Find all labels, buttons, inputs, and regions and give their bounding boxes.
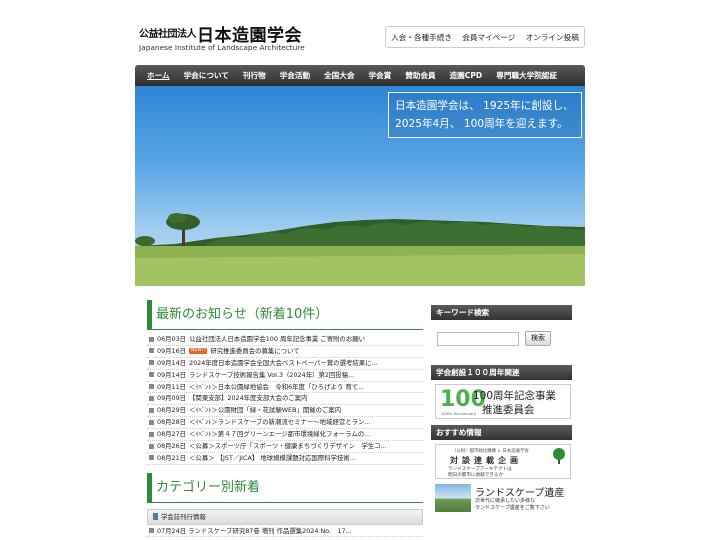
news-link[interactable]: 公益社団法人日本造園学会100 周年記念事業 ご寄附のお願い bbox=[189, 335, 365, 343]
bullet-icon bbox=[149, 360, 154, 366]
bullet-icon bbox=[149, 384, 154, 390]
news-link[interactable]: ＜ｲﾍﾞﾝﾄ＞第４７回グリーンエージ都市環境緑化フォーラムの... bbox=[189, 430, 370, 438]
nav-item-about[interactable]: 学会について bbox=[177, 70, 236, 81]
anniversary-logo-caption: 100th Anniversary bbox=[441, 411, 477, 416]
anniversary-banner[interactable]: 100 100th Anniversary 100周年記念事業 推進委員会 bbox=[435, 384, 571, 419]
heritage-subtitle2: ランドスケープ遺産をご覧下さい bbox=[475, 505, 550, 511]
news-link[interactable]: ＜公募＞スポーツ庁「スポーツ・健康まちづくりデザイン 学生コ... bbox=[189, 442, 387, 450]
news-date: 08月21日 bbox=[157, 453, 187, 462]
news-date: 09月14日 bbox=[157, 358, 187, 367]
news-date: 06月03日 bbox=[157, 335, 187, 343]
nav-item-awards[interactable]: 学会賞 bbox=[361, 70, 398, 81]
category-section-title: カテゴリー別新着 bbox=[147, 472, 423, 503]
nav-item-supporting-members[interactable]: 賛助会員 bbox=[398, 70, 442, 81]
news-link[interactable]: 研究推進委員会の募集について bbox=[210, 347, 299, 355]
news-link[interactable]: ＜ｲﾍﾞﾝﾄ＞日本公園緑地協会 令和6年度「ひろげよう 育て... bbox=[189, 383, 364, 391]
category-section-label[interactable]: 学会誌刊行情報 bbox=[147, 508, 423, 525]
news-link[interactable]: ＜ｲﾍﾞﾝﾄ＞ランドスケープの新潮流セミナー～地域経営とラン... bbox=[189, 418, 370, 426]
list-item[interactable]: 08月26日 ＜公募＞スポーツ庁「スポーツ・健康まちづくりデザイン 学生コ... bbox=[147, 441, 423, 453]
bullet-icon bbox=[149, 336, 154, 342]
list-item[interactable]: 09月11日 ＜ｲﾍﾞﾝﾄ＞日本公園緑地協会 令和6年度「ひろげよう 育て... bbox=[147, 382, 423, 394]
site-logo[interactable]: 公益社団法人 日本造園学会 Japanese Institute of Land… bbox=[139, 20, 314, 56]
hero-banner: 日本造園学会は、 1925年に創設し、 2025年4月、 100周年を迎えます。 bbox=[135, 86, 585, 286]
anniversary-line2: 推進委員会 bbox=[482, 404, 535, 416]
nav-item-publications[interactable]: 刊行物 bbox=[236, 70, 273, 81]
list-item[interactable]: 08月27日 ＜ｲﾍﾞﾝﾄ＞第４７回グリーンエージ都市環境緑化フォーラムの... bbox=[147, 429, 423, 442]
news-link[interactable]: 2024年度日本造園学会全国大会ベストペーパー賞の選考結果に... bbox=[189, 359, 378, 367]
news-link[interactable]: ランドスケープ技術報告集 Vol.3（2024年）第2回投稿... bbox=[189, 371, 354, 379]
sidebar: キーワード検索 検索 学会創設１００周年関連 100 100th Anniver… bbox=[431, 305, 572, 513]
tree-icon bbox=[553, 448, 565, 464]
dialogue-series-banner[interactable]: （公財）都市緑化機構 × 日本造園学会 対談連載企画 ランドスケープアーキテクト… bbox=[435, 444, 571, 479]
bullet-icon bbox=[149, 431, 154, 437]
rensai-line4: 明日の都市に貢献できるか bbox=[448, 473, 504, 478]
bullet-icon bbox=[149, 455, 154, 461]
book-icon bbox=[153, 513, 158, 521]
list-item[interactable]: 08月21日 ＜公募＞ 【JST／JICA】 地球規模課題対応国際科学技術... bbox=[147, 453, 423, 465]
news-link[interactable]: ＜ｲﾍﾞﾝﾄ＞公園財団「緑・花試験WEB」開催のご案内 bbox=[189, 406, 341, 414]
category-date: 07月24日 bbox=[157, 526, 187, 535]
news-link[interactable]: 【関東支部】2024年度支部大会のご案内 bbox=[189, 394, 308, 402]
list-item[interactable]: 09月14日 ランドスケープ技術報告集 Vol.3（2024年）第2回投稿... bbox=[147, 370, 423, 382]
anniversary-line1: 100周年記念事業 bbox=[473, 390, 557, 402]
hero-message-line2: 2025年4月、 100周年を迎えます。 bbox=[395, 118, 568, 130]
main-content: 最新のお知らせ（新着10件） 06月03日 公益社団法人日本造園学会100 周年記… bbox=[147, 300, 423, 537]
bullet-icon bbox=[149, 407, 154, 413]
bullet-icon bbox=[149, 372, 154, 378]
bullet-icon bbox=[149, 395, 154, 401]
bullet-icon bbox=[149, 443, 154, 449]
list-item[interactable]: 08月29日 ＜ｲﾍﾞﾝﾄ＞公園財団「緑・花試験WEB」開催のご案内 bbox=[147, 405, 423, 418]
nav-item-cpd[interactable]: 造園CPD bbox=[443, 70, 490, 81]
news-date: 08月27日 bbox=[157, 430, 187, 439]
top-link-membership[interactable]: 入会・各種手続き bbox=[391, 32, 452, 43]
top-link-mypage[interactable]: 会員マイページ bbox=[462, 32, 515, 43]
heritage-thumbnail bbox=[435, 484, 471, 512]
site-header: 公益社団法人 日本造園学会 Japanese Institute of Land… bbox=[135, 0, 585, 65]
list-item[interactable]: 09月14日 2024年度日本造園学会全国大会ベストペーパー賞の選考結果に... bbox=[147, 358, 423, 370]
logo-org-name-en: Japanese Institute of Landscape Architec… bbox=[139, 43, 305, 52]
logo-org-type: 公益社団法人 bbox=[139, 29, 197, 40]
news-date: 09月16日 bbox=[157, 346, 187, 355]
nav-item-accreditation[interactable]: 専門職大学院認証 bbox=[489, 70, 564, 81]
search-input[interactable] bbox=[437, 332, 519, 346]
news-date: 09月09日 bbox=[157, 394, 187, 403]
news-list: 06月03日 公益社団法人日本造園学会100 周年記念事業 ご寄附のお願い 09月… bbox=[147, 334, 423, 465]
nav-item-conference[interactable]: 全国大会 bbox=[317, 70, 361, 81]
list-item[interactable]: 09月16日 NEW!! 研究推進委員会の募集について bbox=[147, 346, 423, 358]
news-section-title: 最新のお知らせ（新着10件） bbox=[147, 300, 423, 330]
news-date: 08月29日 bbox=[157, 406, 187, 415]
list-item[interactable]: 07月24日 ランドスケープ研究87巻 増刊 作品選集2024 No. 17..… bbox=[147, 525, 423, 537]
nav-item-activities[interactable]: 学会活動 bbox=[273, 70, 317, 81]
news-date: 09月14日 bbox=[157, 370, 187, 379]
bullet-icon bbox=[149, 348, 154, 354]
new-badge: NEW!! bbox=[189, 347, 208, 354]
landscape-heritage-banner[interactable]: ランドスケープ遺産 次世代に継承したい多様な ランドスケープ遺産をご覧下さい bbox=[435, 483, 571, 513]
nav-item-home[interactable]: ホーム bbox=[140, 70, 177, 81]
news-link[interactable]: ＜公募＞ 【JST／JICA】 地球規模課題対応国際科学技術... bbox=[189, 454, 356, 462]
search-row: 検索 bbox=[431, 305, 572, 346]
list-item[interactable]: 06月03日 公益社団法人日本造園学会100 周年記念事業 ご寄附のお願い bbox=[147, 334, 423, 346]
list-item[interactable]: 09月09日 【関東支部】2024年度支部大会のご案内 bbox=[147, 393, 423, 406]
search-button[interactable]: 検索 bbox=[525, 331, 551, 346]
hero-message-line1: 日本造園学会は、 1925年に創設し、 bbox=[395, 100, 574, 112]
list-item[interactable]: 08月28日 ＜ｲﾍﾞﾝﾄ＞ランドスケープの新潮流セミナー～地域経営とラン... bbox=[147, 417, 423, 430]
top-link-online-submission[interactable]: オンライン投稿 bbox=[526, 32, 579, 43]
news-date: 09月11日 bbox=[157, 382, 187, 391]
hero-message-box: 日本造園学会は、 1925年に創設し、 2025年4月、 100周年を迎えます。 bbox=[388, 92, 582, 138]
category-label-text: 学会誌刊行情報 bbox=[161, 512, 206, 521]
anniversary-heading: 学会創設１００周年関連 bbox=[431, 365, 572, 380]
recommend-heading: おすすめ情報 bbox=[431, 425, 572, 440]
news-date: 08月26日 bbox=[157, 442, 187, 451]
rensai-line1: （公財）都市緑化機構 × 日本造園学会 bbox=[452, 449, 529, 454]
top-utility-nav: 入会・各種手続き 会員マイページ オンライン投稿 bbox=[385, 26, 585, 48]
heritage-subtitle1: 次世代に継承したい多様な bbox=[475, 498, 536, 504]
bullet-icon bbox=[149, 419, 154, 425]
news-date: 08月28日 bbox=[157, 418, 187, 427]
main-nav: ホーム 学会について 刊行物 学会活動 全国大会 学会賞 賛助会員 造園CPD … bbox=[135, 65, 585, 86]
bullet-icon bbox=[149, 528, 154, 534]
rensai-line2: 対談連載企画 bbox=[450, 456, 522, 465]
category-link[interactable]: ランドスケープ研究87巻 増刊 作品選集2024 No. 17... bbox=[188, 527, 352, 535]
